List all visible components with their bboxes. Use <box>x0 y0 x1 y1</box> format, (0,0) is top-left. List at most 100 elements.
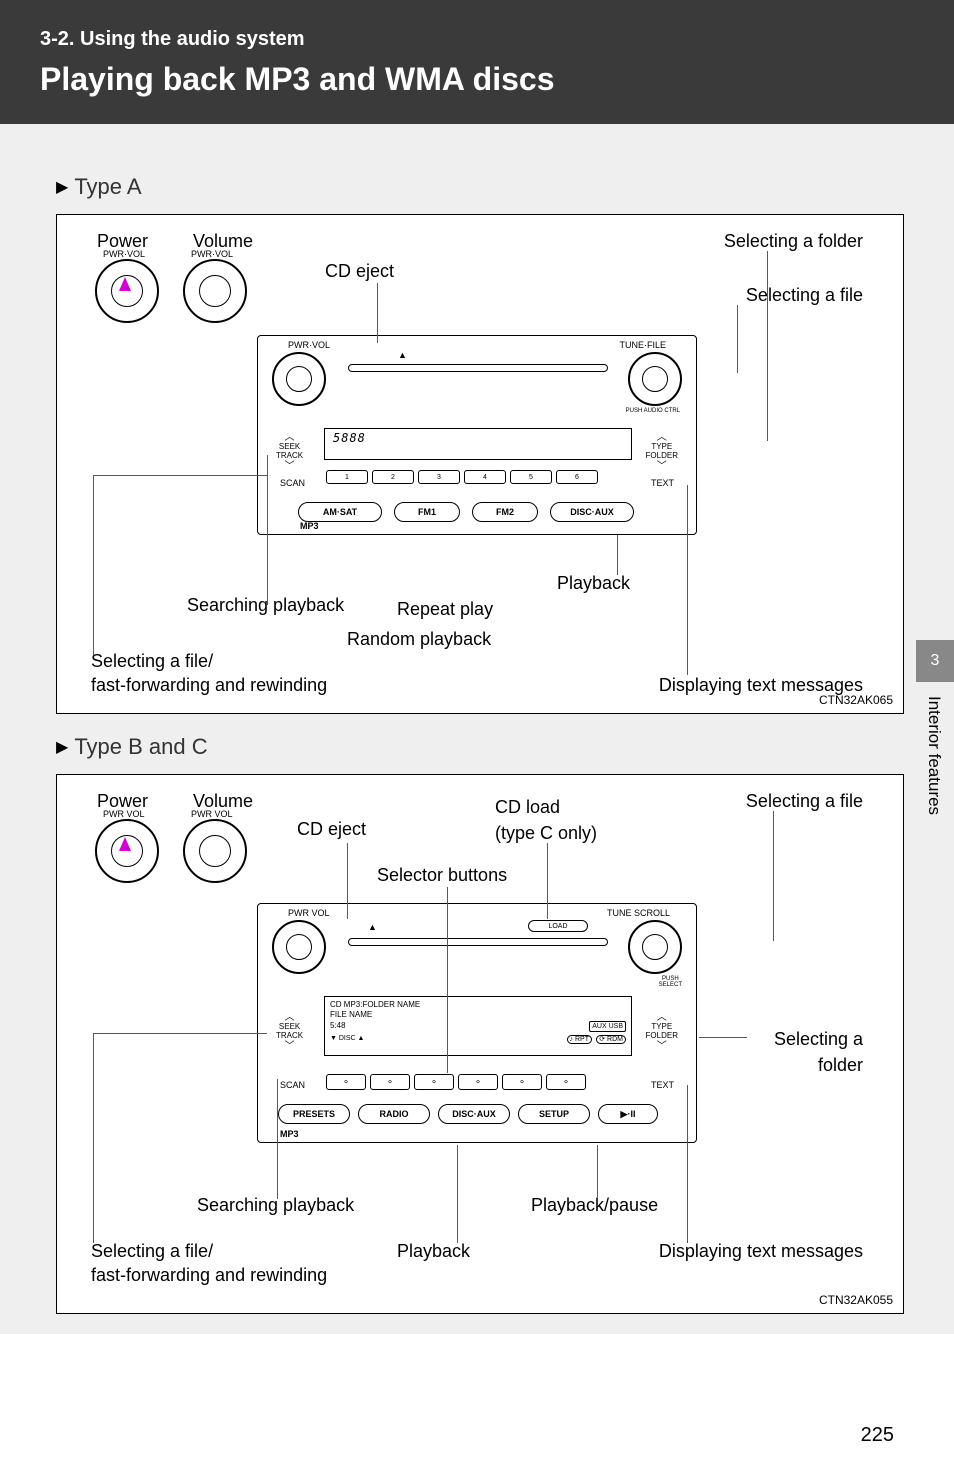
rpt-badge: ♪ RPT <box>567 1035 592 1044</box>
label-cd-load-sub: (type C only) <box>495 823 597 844</box>
label-searching-b: Searching playback <box>197 1195 354 1216</box>
pwr-vol-small-b2: PWR VOL <box>191 809 233 819</box>
eject-icon-b: ▲ <box>368 922 377 932</box>
volume-knob-icon-b <box>183 819 247 883</box>
content-area: ▶ Type A Power Volume CD eject Selecting… <box>0 124 954 1334</box>
pwr-vol-small: PWR·VOL <box>103 249 145 259</box>
btn-3: 3 <box>418 470 460 484</box>
label-cd-load: CD load <box>495 797 560 818</box>
section-label: 3-2. Using the audio system <box>40 28 914 51</box>
am-sat-btn: AM·SAT <box>298 502 382 522</box>
type-a-heading: ▶ Type A <box>56 174 904 200</box>
disc-aux-btn-b: DISC·AUX <box>438 1104 510 1124</box>
number-buttons: 1 2 3 4 5 6 <box>326 470 598 484</box>
side-tab: 3 Interior features <box>916 640 954 900</box>
leader <box>93 475 94 655</box>
leader <box>737 305 738 373</box>
btn-4: 4 <box>464 470 506 484</box>
label-searching: Searching playback <box>187 595 344 616</box>
cd-slot-b <box>348 938 608 946</box>
disp-line1: CD MP3:FOLDER NAME <box>330 1000 626 1010</box>
mp3-label-b: MP3 <box>280 1129 299 1139</box>
label-repeat: Repeat play <box>397 599 493 620</box>
leader <box>447 887 448 1073</box>
leader <box>267 455 268 605</box>
mp3-label: MP3 <box>300 521 319 531</box>
leader <box>773 811 774 941</box>
label-select-file-ff-b2: fast-forwarding and rewinding <box>91 1265 327 1286</box>
diagram-type-bc: Power Volume CD eject CD load (type C on… <box>56 774 904 1314</box>
fm2-btn: FM2 <box>472 502 538 522</box>
pwr-vol-small-b: PWR VOL <box>103 809 145 819</box>
disp-aux-usb: AUX USB <box>589 1021 626 1032</box>
display-digits: 5888 <box>333 431 366 445</box>
disp-line3: 5:48 <box>330 1021 346 1032</box>
leader <box>767 251 768 441</box>
page-title: Playing back MP3 and WMA discs <box>40 61 914 98</box>
triangle-icon: ▶ <box>56 177 68 197</box>
seek-track: ︿ SEEK TRACK ﹀ <box>276 432 303 472</box>
power-knob-icon <box>95 259 159 323</box>
label-playback-pause: Playback/pause <box>531 1195 658 1216</box>
leader <box>687 485 688 675</box>
label-playback-b: Playback <box>397 1241 470 1262</box>
disc-aux-btn: DISC·AUX <box>550 502 634 522</box>
label-select-file-ff2: fast-forwarding and rewinding <box>91 675 327 696</box>
disc-label: DISC <box>339 1035 356 1042</box>
power-knob-icon-b <box>95 819 159 883</box>
chapter-category: Interior features <box>916 696 944 866</box>
left-knob-b <box>272 920 326 974</box>
label-display-text-b: Displaying text messages <box>659 1241 863 1262</box>
dot-4: ∘ <box>458 1074 498 1090</box>
label-select-folder: Selecting a folder <box>724 231 863 252</box>
leader <box>377 283 378 343</box>
leader <box>547 843 548 919</box>
btn-1: 1 <box>326 470 368 484</box>
btn-6: 6 <box>556 470 598 484</box>
radio-btn: RADIO <box>358 1104 430 1124</box>
fm1-btn: FM1 <box>394 502 460 522</box>
power-arrow-icon-b <box>119 837 131 851</box>
btn-5: 5 <box>510 470 552 484</box>
leader <box>457 1145 458 1243</box>
page-number: 225 <box>861 1424 894 1447</box>
label-random: Random playback <box>347 629 491 650</box>
presets-btn: PRESETS <box>278 1104 350 1124</box>
radio-unit-a: PWR·VOL TUNE·FILE ▲ PUSH AUDIO CTRL ︿ SE… <box>257 335 697 535</box>
push-select: PUSH SELECT <box>659 976 682 988</box>
scan-label: SCAN <box>280 478 305 488</box>
label-select-file-ff-b1: Selecting a file/ <box>91 1241 213 1262</box>
label-select-file-b: Selecting a file <box>746 791 863 812</box>
display-panel: 5888 <box>324 428 632 460</box>
radio-unit-bc: PWR VOL TUNE SCROLL ▲ LOAD PUSH SELECT ︿… <box>257 903 697 1143</box>
dot-5: ∘ <box>502 1074 542 1090</box>
unit-tune-file: TUNE·FILE <box>619 340 666 350</box>
leader <box>93 1033 267 1034</box>
push-audio-ctrl: PUSH AUDIO CTRL <box>626 408 680 414</box>
leader <box>687 1085 688 1243</box>
seek-track-b: ︿ SEEK TRACK ﹀ <box>276 1012 303 1052</box>
leader <box>699 1037 747 1038</box>
power-arrow-icon <box>119 277 131 291</box>
leader <box>93 475 267 476</box>
dot-3: ∘ <box>414 1074 454 1090</box>
label-select-file-ff1: Selecting a file/ <box>91 651 213 672</box>
type-bc-label: Type B and C <box>74 734 207 760</box>
scan-label-b: SCAN <box>280 1080 305 1090</box>
cd-code-b: CTN32AK055 <box>819 1293 893 1307</box>
mode-buttons-b: PRESETS RADIO DISC·AUX SETUP ▶·II <box>278 1104 658 1124</box>
leader <box>277 1079 278 1199</box>
cd-slot <box>348 364 608 372</box>
type-a-label: Type A <box>74 174 141 200</box>
left-knob <box>272 352 326 406</box>
text-label-b: TEXT <box>651 1080 674 1090</box>
dot-1: ∘ <box>326 1074 366 1090</box>
selector-dots: ∘ ∘ ∘ ∘ ∘ ∘ <box>326 1074 586 1090</box>
label-select-file: Selecting a file <box>746 285 863 306</box>
display-panel-b: CD MP3:FOLDER NAME FILE NAME 5:48 AUX US… <box>324 996 632 1056</box>
leader <box>597 1145 598 1197</box>
triangle-icon: ▶ <box>56 737 68 757</box>
label-cd-eject: CD eject <box>325 261 394 282</box>
unit-pwr-vol: PWR·VOL <box>288 340 330 350</box>
leader <box>347 843 348 919</box>
